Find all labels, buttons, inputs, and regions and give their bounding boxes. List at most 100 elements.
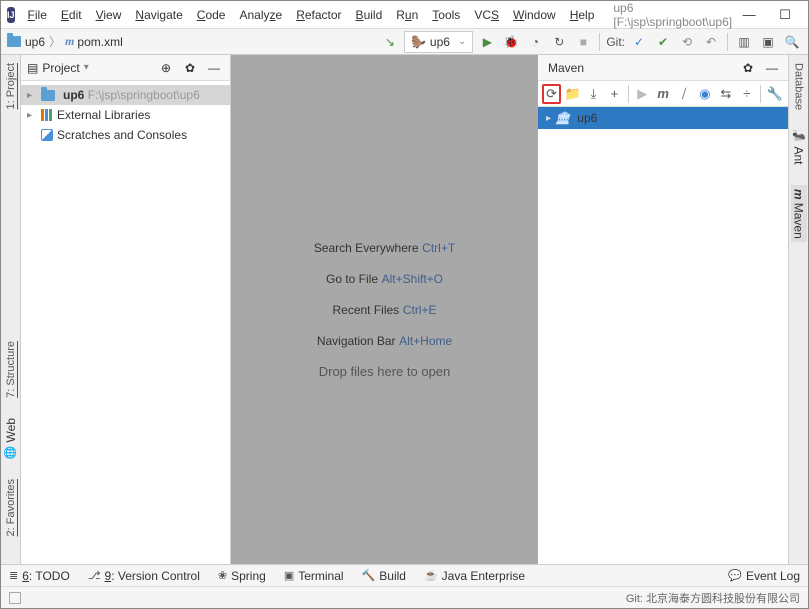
title-path: up6 [F:\jsp\springboot\up6] [613,1,732,29]
event-log-button[interactable]: 💬 Event Log [728,569,800,583]
maven-add-icon[interactable]: + [605,84,624,104]
maven-project-name: up6 [577,111,597,125]
menu-run[interactable]: Run [391,6,423,24]
ide-tool-icon[interactable]: ▥ [734,32,754,52]
maven-collapse-icon[interactable]: ⇆ [716,84,735,104]
external-libraries-node[interactable]: ▸ External Libraries [21,105,230,125]
scratches-node[interactable]: Scratches and Consoles [21,125,230,145]
select-opened-file-icon[interactable]: ▣ [758,32,778,52]
status-git-text: Git: 北京海泰方圆科技股份有限公司 [626,590,800,606]
goto-file-hint: Go to File Alt+Shift+O [326,271,443,286]
breadcrumb-root[interactable]: up6 [25,35,45,49]
terminal-toolwindow-button[interactable]: ▣ Terminal [284,569,344,583]
git-history-icon[interactable]: ⟲ [677,32,697,52]
maven-settings-icon[interactable]: 🔧 [765,84,784,104]
menu-analyze[interactable]: Analyze [234,6,287,24]
build-hammer-icon[interactable]: ↘ [380,32,400,52]
external-libraries-label: External Libraries [57,108,150,122]
toolwindow-web-tab[interactable]: 🌐 Web [4,418,18,459]
build-toolwindow-button[interactable]: 🔨 Build [362,569,406,583]
javaee-toolwindow-button[interactable]: ☕ Java Enterprise [424,569,525,583]
library-icon [41,109,53,121]
maven-download-icon[interactable]: ⤓ [584,84,603,104]
chevron-down-icon: ⌄ [458,36,466,47]
separator [628,85,629,103]
hide-panel-icon[interactable]: — [204,58,224,78]
drop-files-hint: Drop files here to open [319,364,451,379]
maven-project-node[interactable]: ▸ 🏛 up6 [538,107,788,129]
chevron-right-icon: ▸ [27,110,37,121]
maven-run-icon[interactable]: ▶ [633,84,652,104]
maven-toggle-skip-icon[interactable]: ◉ [696,84,715,104]
scratches-label: Scratches and Consoles [57,128,187,142]
run-button[interactable]: ▶ [477,32,497,52]
toolwindow-ant-tab[interactable]: 🐜 Ant [792,130,806,165]
window-close[interactable]: ✕ [804,4,809,26]
toolwindow-project-tab[interactable]: 1: Project [5,63,17,109]
maven-toggle-offline-icon[interactable]: ⧸ [675,84,694,104]
menu-file[interactable]: File [23,6,52,24]
vcs-toolwindow-button[interactable]: ⎇ 9: Version Control [88,569,200,583]
scratches-icon [41,129,53,141]
menu-window[interactable]: Window [508,6,561,24]
breadcrumb-separator: 〉 [49,33,61,50]
run-config-selector[interactable]: 🦫 up6 ⌄ [404,31,473,53]
toolwindow-database-tab[interactable]: Database [793,63,805,110]
window-maximize[interactable]: ☐ [768,4,802,26]
chevron-right-icon: ▸ [27,90,37,101]
project-view-icon: ▤ [27,61,38,75]
status-indicator[interactable] [9,592,21,604]
bug-run-icon: 🦫 [411,35,426,49]
profile-button[interactable]: ↻ [549,32,569,52]
gear-icon[interactable]: ✿ [180,58,200,78]
menu-help[interactable]: Help [565,6,600,24]
recent-files-hint: Recent Files Ctrl+E [332,302,436,317]
toolwindow-favorites-tab[interactable]: 2: Favorites [5,479,17,536]
stop-button[interactable]: ■ [573,32,593,52]
maven-panel-title: Maven [548,61,584,75]
maven-execute-icon[interactable]: m [654,84,673,104]
separator [727,33,728,51]
expand-icon[interactable]: ⊕ [156,58,176,78]
git-commit-icon[interactable]: ✔ [653,32,673,52]
menu-navigate[interactable]: Navigate [130,6,187,24]
menu-code[interactable]: Code [192,6,231,24]
project-root-path: F:\jsp\springboot\up6 [88,88,200,102]
folder-icon [7,36,21,47]
debug-button[interactable]: 🐞 [501,32,521,52]
search-everywhere-icon[interactable]: 🔍 [782,32,802,52]
menu-edit[interactable]: Edit [56,6,87,24]
git-revert-icon[interactable]: ↶ [701,32,721,52]
hide-panel-icon[interactable]: — [762,58,782,78]
gear-icon[interactable]: ✿ [738,58,758,78]
folder-icon [41,90,55,101]
menu-build[interactable]: Build [351,6,388,24]
project-panel-title[interactable]: Project [42,61,79,75]
git-label: Git: [606,35,625,49]
toolwindow-structure-tab[interactable]: 7: Structure [5,341,17,398]
editor-empty-area[interactable]: Search Everywhere Ctrl+T Go to File Alt+… [231,55,538,564]
menu-tools[interactable]: Tools [427,6,465,24]
maven-module-icon: 🏛 [555,111,570,126]
breadcrumb-file[interactable]: pom.xml [77,35,122,49]
menu-refactor[interactable]: Refactor [291,6,346,24]
menu-view[interactable]: View [91,6,127,24]
toolwindow-maven-tab[interactable]: m Maven [791,185,807,243]
window-minimize[interactable]: — [732,4,766,26]
menu-vcs[interactable]: VCS [469,6,504,24]
maven-generate-sources-icon[interactable]: 📁 [563,84,582,104]
spring-toolwindow-button[interactable]: ❀ Spring [218,569,266,583]
maven-show-icon[interactable]: ÷ [737,84,756,104]
coverage-button[interactable]: ◔ [525,32,545,52]
chevron-right-icon: ▸ [546,113,551,124]
main-menu: File Edit View Navigate Code Analyze Ref… [23,6,600,24]
project-root-node[interactable]: ▸ up6 F:\jsp\springboot\up6 [21,85,230,105]
project-root-name: up6 [63,88,84,102]
run-config-name: up6 [430,35,450,49]
todo-toolwindow-button[interactable]: ≣ 6: TODO [9,569,70,583]
git-update-icon[interactable]: ✓ [629,32,649,52]
nav-bar-hint: Navigation Bar Alt+Home [317,333,452,348]
app-icon: IJ [7,7,15,23]
maven-reload-icon[interactable]: ⟳ [542,84,561,104]
chevron-down-icon[interactable]: ▾ [84,62,89,73]
